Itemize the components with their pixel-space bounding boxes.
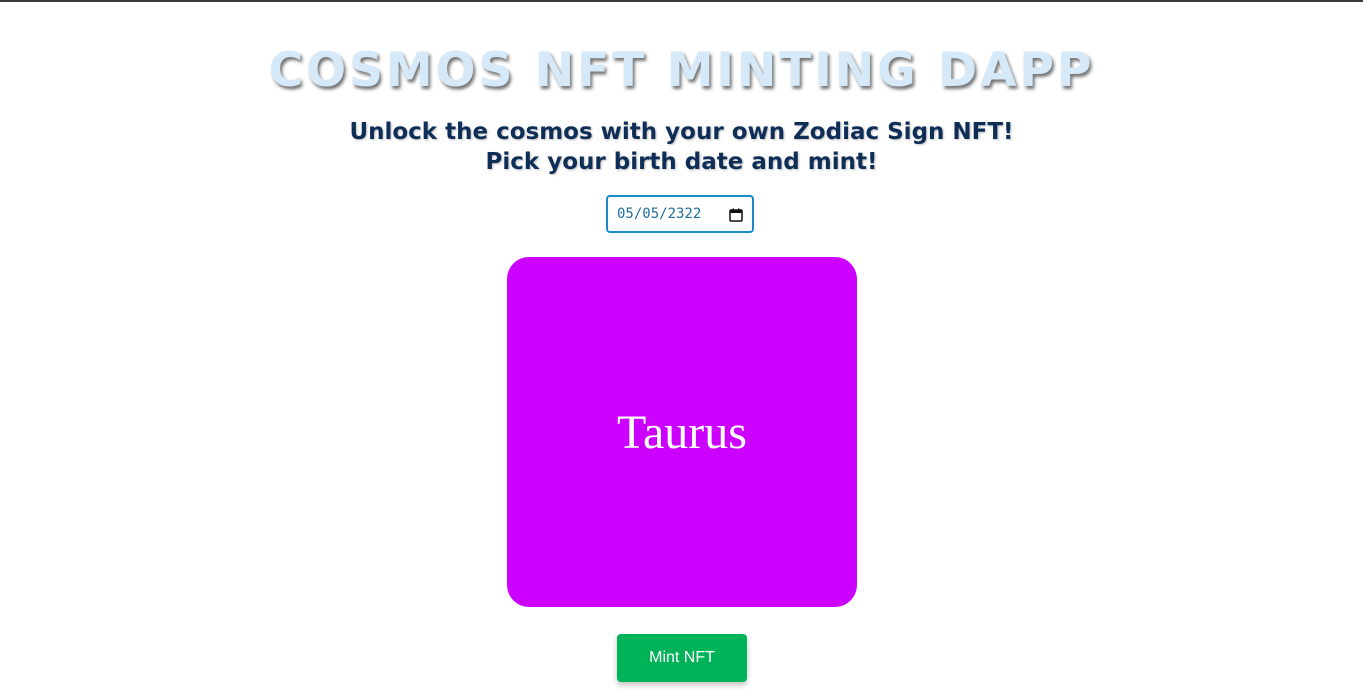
birth-date-input[interactable]: 05/05/2322 [606, 195, 754, 233]
subtitle-line-1: Unlock the cosmos with your own Zodiac S… [349, 119, 1014, 145]
calendar-icon[interactable] [729, 207, 743, 222]
page-title: COSMOS NFT MINTING DAPP [268, 43, 1095, 98]
top-border [0, 0, 1363, 2]
birth-date-value: 05/05/2322 [617, 206, 702, 222]
nft-preview-card: Taurus [507, 257, 857, 607]
zodiac-sign-label: Taurus [617, 405, 747, 459]
mint-nft-button[interactable]: Mint NFT [617, 634, 747, 682]
subtitle-line-2: Pick your birth date and mint! [485, 149, 878, 175]
page-subtitle: Unlock the cosmos with your own Zodiac S… [0, 117, 1363, 177]
